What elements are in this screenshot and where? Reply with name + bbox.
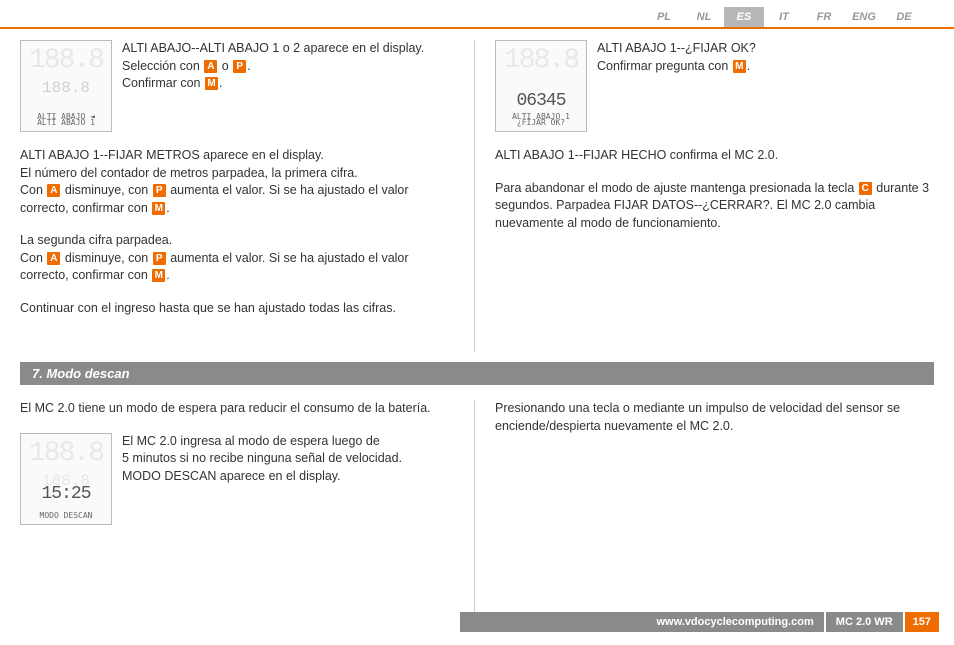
lang-tab-pl[interactable]: PL [644, 7, 684, 27]
page-content: 188.8 188.8 ALTI ABAJO ◄ ALTI ABAJO 1 AL… [20, 40, 934, 600]
footer-model: MC 2.0 WR [826, 612, 903, 632]
lcd-ghost: 188.8 [496, 45, 586, 76]
lcd-label-2: ALTI ABAJO 1 [21, 118, 111, 127]
key-a-icon: A [47, 252, 60, 265]
section-1: 188.8 188.8 ALTI ABAJO ◄ ALTI ABAJO 1 AL… [20, 40, 934, 352]
entry-text-s2: El MC 2.0 ingresa al modo de espera lueg… [122, 433, 454, 486]
section-1-left: 188.8 188.8 ALTI ABAJO ◄ ALTI ABAJO 1 AL… [20, 40, 475, 352]
para-r2: ALTI ABAJO 1--FIJAR HECHO confirma el MC… [495, 147, 930, 165]
page-footer: www.vdocyclecomputing.com MC 2.0 WR 157 [0, 611, 954, 633]
key-m-icon: M [152, 202, 165, 215]
entry-text-r1: ALTI ABAJO 1--¿FIJAR OK? Confirmar pregu… [597, 40, 930, 75]
lang-tab-es[interactable]: ES [724, 7, 764, 27]
para-s2-r1: Presionando una tecla o mediante un impu… [495, 400, 930, 435]
lcd-main: 06345 [496, 91, 586, 111]
key-c-icon: C [859, 182, 872, 195]
text: disminuye, con [61, 251, 151, 265]
key-p-icon: P [153, 252, 166, 265]
lang-tab-eng[interactable]: ENG [844, 7, 884, 27]
lcd-main: 15:25 [21, 484, 111, 504]
lcd-display-2: 188.8 06345 ALTI ABAJO 1 ¿FIJAR OK? [495, 40, 587, 132]
text: MODO DESCAN aparece en el display. [122, 469, 341, 483]
lcd-ghost: 188.8 [21, 45, 111, 76]
section-2-left: El MC 2.0 tiene un modo de espera para r… [20, 400, 475, 620]
para-4: Continuar con el ingreso hasta que se ha… [20, 300, 454, 318]
text: La segunda cifra parpadea. [20, 233, 172, 247]
lang-tab-fr[interactable]: FR [804, 7, 844, 27]
lang-tab-it[interactable]: IT [764, 7, 804, 27]
para-s2-1: El MC 2.0 tiene un modo de espera para r… [20, 400, 454, 418]
para-r3: Para abandonar el modo de ajuste manteng… [495, 180, 930, 233]
para-3: La segunda cifra parpadea. Con A disminu… [20, 232, 454, 285]
section-2: El MC 2.0 tiene un modo de espera para r… [20, 400, 934, 620]
key-p-icon: P [153, 184, 166, 197]
key-m-icon: M [205, 77, 218, 90]
footer-page-number: 157 [905, 612, 939, 632]
para-2: ALTI ABAJO 1--FIJAR METROS aparece en el… [20, 147, 454, 217]
text: Para abandonar el modo de ajuste manteng… [495, 181, 858, 195]
entry-text-1: ALTI ABAJO--ALTI ABAJO 1 o 2 aparece en … [122, 40, 454, 93]
text: El número del contador de metros parpade… [20, 166, 358, 180]
text: Selección con [122, 59, 203, 73]
lang-tab-de[interactable]: DE [884, 7, 924, 27]
section-2-right: Presionando una tecla o mediante un impu… [475, 400, 930, 620]
section-heading: 7. Modo descan [20, 362, 934, 385]
divider-top [0, 27, 954, 29]
key-a-icon: A [47, 184, 60, 197]
text: Confirmar con [122, 76, 204, 90]
text: Con [20, 251, 46, 265]
key-p-icon: P [233, 60, 246, 73]
text: ALTI ABAJO 1--FIJAR METROS aparece en el… [20, 148, 324, 162]
text: Continuar con el ingreso hasta que se ha… [20, 301, 396, 315]
lcd-ghost: 188.8 [21, 438, 111, 469]
text: 5 minutos si no recibe ninguna señal de … [122, 451, 402, 465]
text: disminuye, con [61, 183, 151, 197]
key-m-icon: M [733, 60, 746, 73]
lcd-display-3: 188.8 188.8 15:25 MODO DESCAN [20, 433, 112, 525]
lcd-label-2: ¿FIJAR OK? [496, 118, 586, 127]
text: o [218, 59, 232, 73]
lcd-mid: 188.8 [21, 79, 111, 97]
key-m-icon: M [152, 269, 165, 282]
language-tabs: PL NL ES IT FR ENG DE [0, 7, 954, 27]
text: Presionando una tecla o mediante un impu… [495, 401, 900, 433]
key-a-icon: A [204, 60, 217, 73]
footer-url: www.vdocyclecomputing.com [460, 612, 824, 632]
text: El MC 2.0 tiene un modo de espera para r… [20, 401, 431, 415]
text: ALTI ABAJO--ALTI ABAJO 1 o 2 aparece en … [122, 41, 424, 55]
text: Confirmar pregunta con [597, 59, 732, 73]
text: El MC 2.0 ingresa al modo de espera lueg… [122, 434, 380, 448]
lcd-display-1: 188.8 188.8 ALTI ABAJO ◄ ALTI ABAJO 1 [20, 40, 112, 132]
text: Con [20, 183, 46, 197]
text: ALTI ABAJO 1--FIJAR HECHO confirma el MC… [495, 148, 778, 162]
text: ALTI ABAJO 1--¿FIJAR OK? [597, 41, 756, 55]
lcd-label: MODO DESCAN [21, 511, 111, 520]
lang-tab-nl[interactable]: NL [684, 7, 724, 27]
section-1-right: 188.8 06345 ALTI ABAJO 1 ¿FIJAR OK? ALTI… [475, 40, 930, 352]
